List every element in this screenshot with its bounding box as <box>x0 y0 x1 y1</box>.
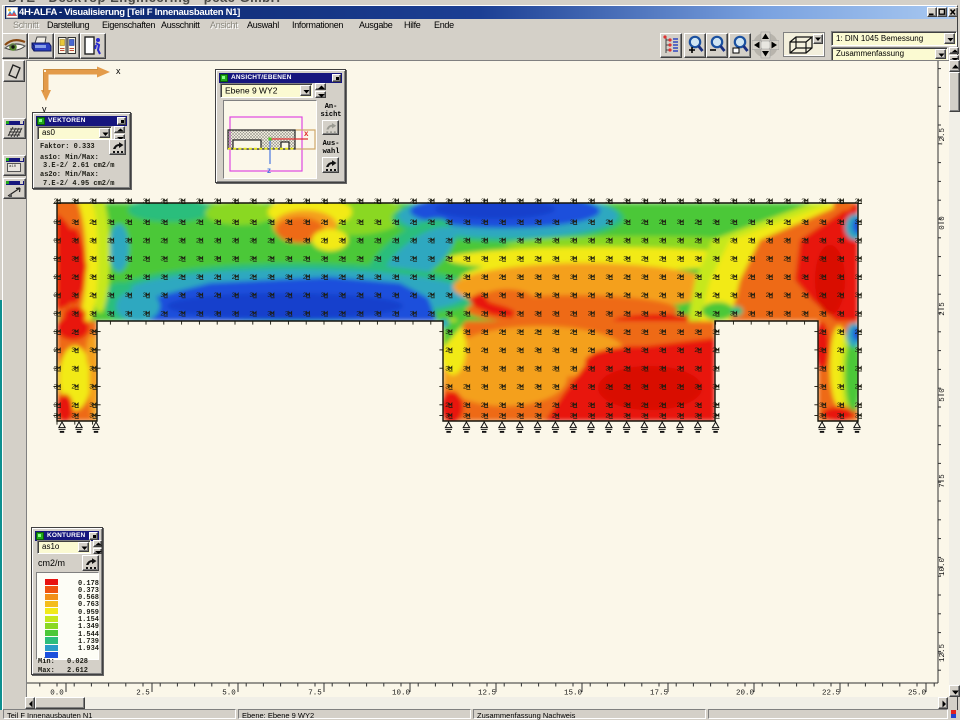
svg-text:12.5: 12.5 <box>478 690 497 698</box>
svg-text:7.5: 7.5 <box>308 690 322 698</box>
svg-text:-2.5: -2.5 <box>939 128 944 147</box>
svg-text:5.0: 5.0 <box>222 690 236 698</box>
svg-text:12.5: 12.5 <box>939 644 944 663</box>
svg-text:x: x <box>304 129 309 138</box>
svg-text:5.0: 5.0 <box>939 388 944 402</box>
svg-text:z: z <box>267 166 271 175</box>
svg-text:25.0: 25.0 <box>908 690 927 698</box>
svg-text:7.5: 7.5 <box>939 474 944 488</box>
svg-text:10.0: 10.0 <box>939 558 944 577</box>
svg-text:15.0: 15.0 <box>564 690 583 698</box>
svg-text:10.0: 10.0 <box>392 690 411 698</box>
svg-text:2.5: 2.5 <box>939 302 944 316</box>
svg-text:0.0: 0.0 <box>939 216 944 230</box>
svg-text:17.5: 17.5 <box>650 690 669 698</box>
svg-text:0.0: 0.0 <box>50 690 64 698</box>
svg-text:20.0: 20.0 <box>736 690 755 698</box>
svg-text:22.5: 22.5 <box>822 690 841 698</box>
svg-text:2.5: 2.5 <box>136 690 150 698</box>
